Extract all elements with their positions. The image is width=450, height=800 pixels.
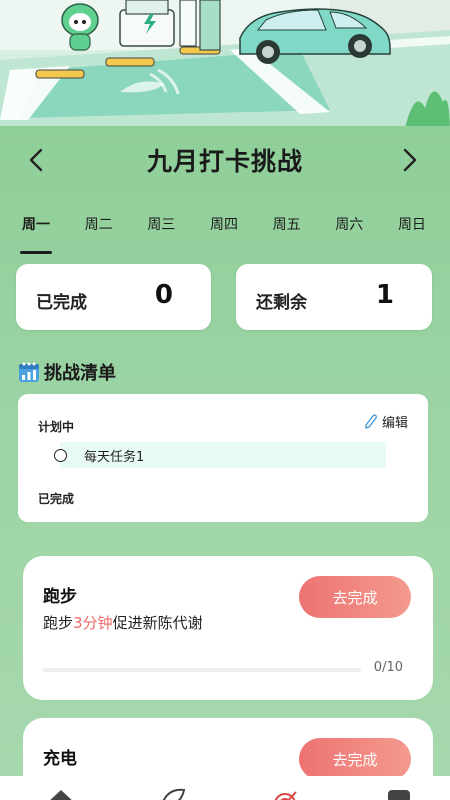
progress-bar xyxy=(43,668,361,672)
desc-highlight: 3分钟 xyxy=(73,614,113,632)
week-tabs: 周一 周二 周三 周四 周五 周六 周日 xyxy=(14,212,434,254)
tab-thursday[interactable]: 周四 xyxy=(202,212,246,246)
completed-stat-card: 已完成 0 xyxy=(16,264,211,330)
go-complete-button[interactable]: 去完成 xyxy=(299,576,411,618)
profile-icon[interactable] xyxy=(382,784,416,800)
challenge-title: 跑步 xyxy=(43,587,77,607)
remaining-value: 1 xyxy=(375,280,394,310)
edit-button[interactable]: 编辑 xyxy=(364,412,408,431)
hero-illustration xyxy=(0,0,450,128)
challenge-card-running: 跑步 跑步3分钟促进新陈代谢 去完成 0/10 xyxy=(23,556,433,700)
home-icon[interactable] xyxy=(44,784,78,800)
desc-prefix: 跑步 xyxy=(43,614,74,632)
chart-calendar-icon xyxy=(19,362,39,382)
progress-text: 0/10 xyxy=(373,660,403,675)
target-icon[interactable] xyxy=(268,784,302,800)
challenge-description: 跑步3分钟促进新陈代谢 xyxy=(43,612,203,633)
desc-suffix: 促进新陈代谢 xyxy=(112,614,203,632)
done-label: 已完成 xyxy=(38,492,75,506)
task-item[interactable]: 每天任务1 xyxy=(54,442,386,468)
remaining-label: 还剩余 xyxy=(256,293,307,313)
leaf-icon[interactable] xyxy=(156,784,190,800)
tab-sunday[interactable]: 周日 xyxy=(390,212,434,246)
tab-saturday[interactable]: 周六 xyxy=(327,212,371,246)
go-complete-button[interactable]: 去完成 xyxy=(299,738,411,780)
checklist-header: 挑战清单 xyxy=(18,358,116,386)
chevron-right-icon xyxy=(403,148,417,172)
pen-icon xyxy=(365,413,377,429)
task-radio[interactable] xyxy=(54,449,67,462)
tab-monday[interactable]: 周一 xyxy=(14,212,58,254)
completed-value: 0 xyxy=(154,280,173,310)
checklist-title: 挑战清单 xyxy=(44,363,116,384)
completed-label: 已完成 xyxy=(36,293,87,313)
parking-lot-illustration xyxy=(0,0,450,128)
planned-label: 计划中 xyxy=(38,420,75,434)
edit-label: 编辑 xyxy=(381,416,408,431)
bottom-nav xyxy=(0,776,450,800)
tab-wednesday[interactable]: 周三 xyxy=(139,212,183,246)
challenge-title: 充电 xyxy=(43,749,77,769)
tab-friday[interactable]: 周五 xyxy=(265,212,309,246)
header-bar: 九月打卡挑战 xyxy=(0,140,450,180)
tab-tuesday[interactable]: 周二 xyxy=(77,212,121,246)
checklist-card: 计划中 编辑 每天任务1 已完成 xyxy=(18,394,428,522)
task-label: 每天任务1 xyxy=(84,449,145,465)
next-month-button[interactable] xyxy=(396,146,424,174)
remaining-stat-card: 还剩余 1 xyxy=(236,264,432,330)
page-title: 九月打卡挑战 xyxy=(146,147,303,176)
